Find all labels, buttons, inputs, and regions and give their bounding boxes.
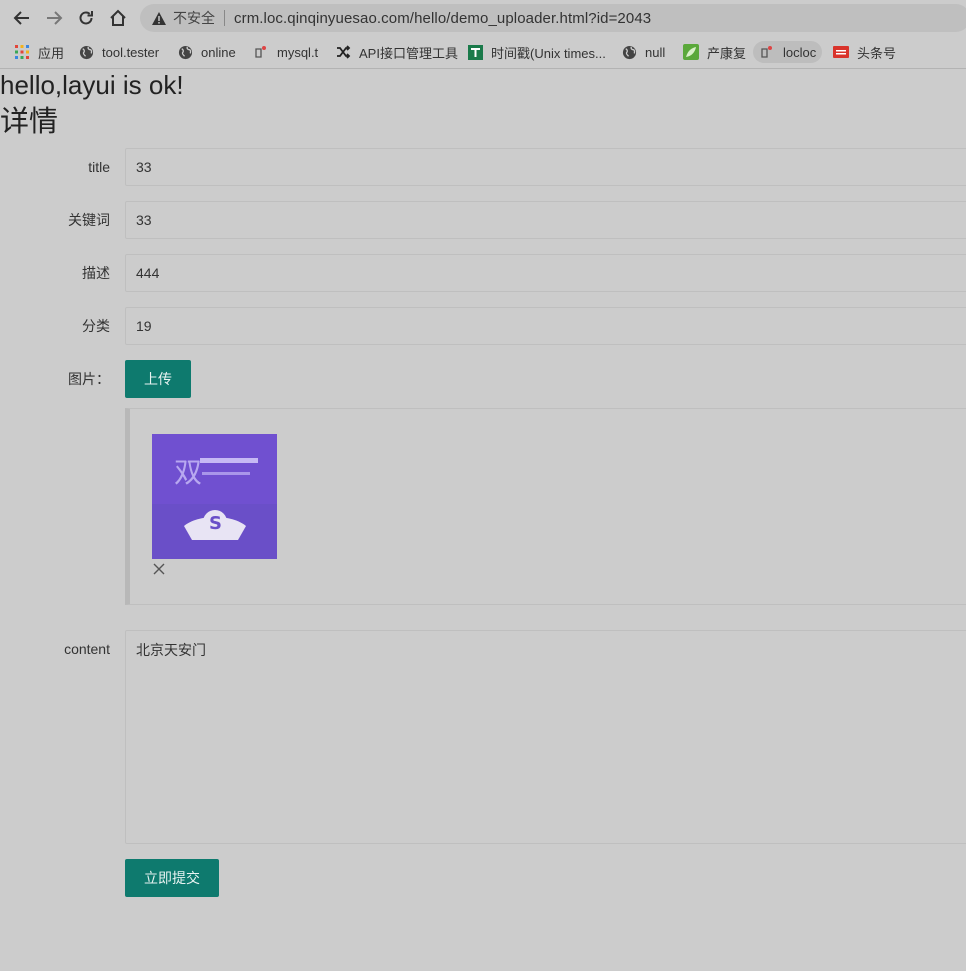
bookmark-label: 产康复 [707, 45, 747, 61]
svg-text:S: S [209, 513, 222, 534]
home-button[interactable] [106, 6, 130, 30]
chrome-divider [0, 68, 966, 69]
apps-grid-icon [14, 44, 30, 60]
warning-icon [151, 10, 167, 26]
security-label[interactable]: 不安全 [173, 8, 215, 28]
globe-icon [78, 44, 94, 60]
globe-icon [621, 44, 637, 60]
bookmark-mysql[interactable]: mysql.t [253, 41, 318, 63]
submit-button[interactable]: 立即提交 [125, 859, 219, 897]
back-button[interactable] [10, 6, 34, 30]
image-label: 图片： [68, 371, 110, 387]
arrow-left-icon [13, 11, 29, 25]
bookmark-label: 应用 [38, 45, 65, 61]
bookmark-label: tool.tester [102, 44, 160, 60]
home-icon [110, 9, 126, 26]
toutiao-icon [833, 44, 849, 60]
broken-page-icon [759, 44, 775, 60]
bookmark-chankangfu[interactable]: 产康复 [683, 41, 746, 63]
url-text[interactable]: crm.loc.qinqinyuesao.com/hello/demo_uplo… [234, 10, 651, 27]
close-icon [153, 563, 165, 575]
bookmark-label: online [201, 44, 236, 60]
upload-button[interactable]: 上传 [125, 360, 191, 398]
bookmark-toutiao[interactable]: 头条号 [833, 41, 896, 63]
bookmark-locloc[interactable]: locloc [753, 41, 823, 63]
omnibox-divider [224, 10, 225, 26]
title-input[interactable]: 33 [125, 148, 966, 186]
bookmark-apps[interactable]: 应用 [14, 41, 64, 63]
leaf-icon [683, 44, 699, 60]
svg-text:双: 双 [174, 456, 202, 489]
category-input[interactable]: 19 [125, 307, 966, 345]
broken-page-icon [253, 44, 269, 60]
bookmark-label: locloc [783, 44, 817, 60]
reload-icon [79, 11, 93, 25]
remove-image-button[interactable] [152, 562, 168, 578]
bookmark-timestamp[interactable]: 时间戳(Unix times... [467, 41, 606, 63]
bookmark-online[interactable]: online [177, 41, 236, 63]
bookmark-label: 头条号 [857, 45, 897, 61]
description-input[interactable]: 444 [125, 254, 966, 292]
shuffle-icon [335, 44, 351, 60]
content-textarea[interactable]: 北京天安门 [125, 630, 966, 844]
globe-icon [177, 44, 193, 60]
address-bar[interactable]: 不安全 crm.loc.qinqinyuesao.com/hello/demo_… [140, 4, 966, 32]
bookmark-api-tool[interactable]: API接口管理工具 [335, 41, 458, 63]
keywords-input[interactable]: 33 [125, 201, 966, 239]
bookmark-tool-tester[interactable]: tool.tester [78, 41, 159, 63]
arrow-right-icon [47, 11, 63, 25]
forward-button[interactable] [42, 6, 66, 30]
description-label: 描述 [82, 265, 110, 281]
bookmark-label: mysql.t [277, 44, 319, 60]
page-subheading: 详情 [0, 106, 59, 138]
bookmarks-bar: 应用 tool.tester online mysql.t API接口管理工具 … [0, 36, 966, 66]
category-label: 分类 [82, 318, 110, 334]
bookmark-null[interactable]: null [621, 41, 665, 63]
bookmark-label: null [645, 44, 666, 60]
page-heading: hello,layui is ok! [0, 70, 184, 100]
uploaded-image-thumbnail: 双 S [152, 434, 277, 559]
browser-toolbar: 不安全 crm.loc.qinqinyuesao.com/hello/demo_… [0, 0, 966, 36]
t-square-icon [467, 44, 483, 60]
keywords-label: 关键词 [68, 212, 110, 228]
reload-button[interactable] [74, 6, 98, 30]
content-label: content [64, 641, 110, 657]
title-label: title [88, 159, 110, 175]
bookmark-label: 时间戳(Unix times... [491, 45, 606, 61]
bookmark-label: API接口管理工具 [359, 45, 458, 61]
